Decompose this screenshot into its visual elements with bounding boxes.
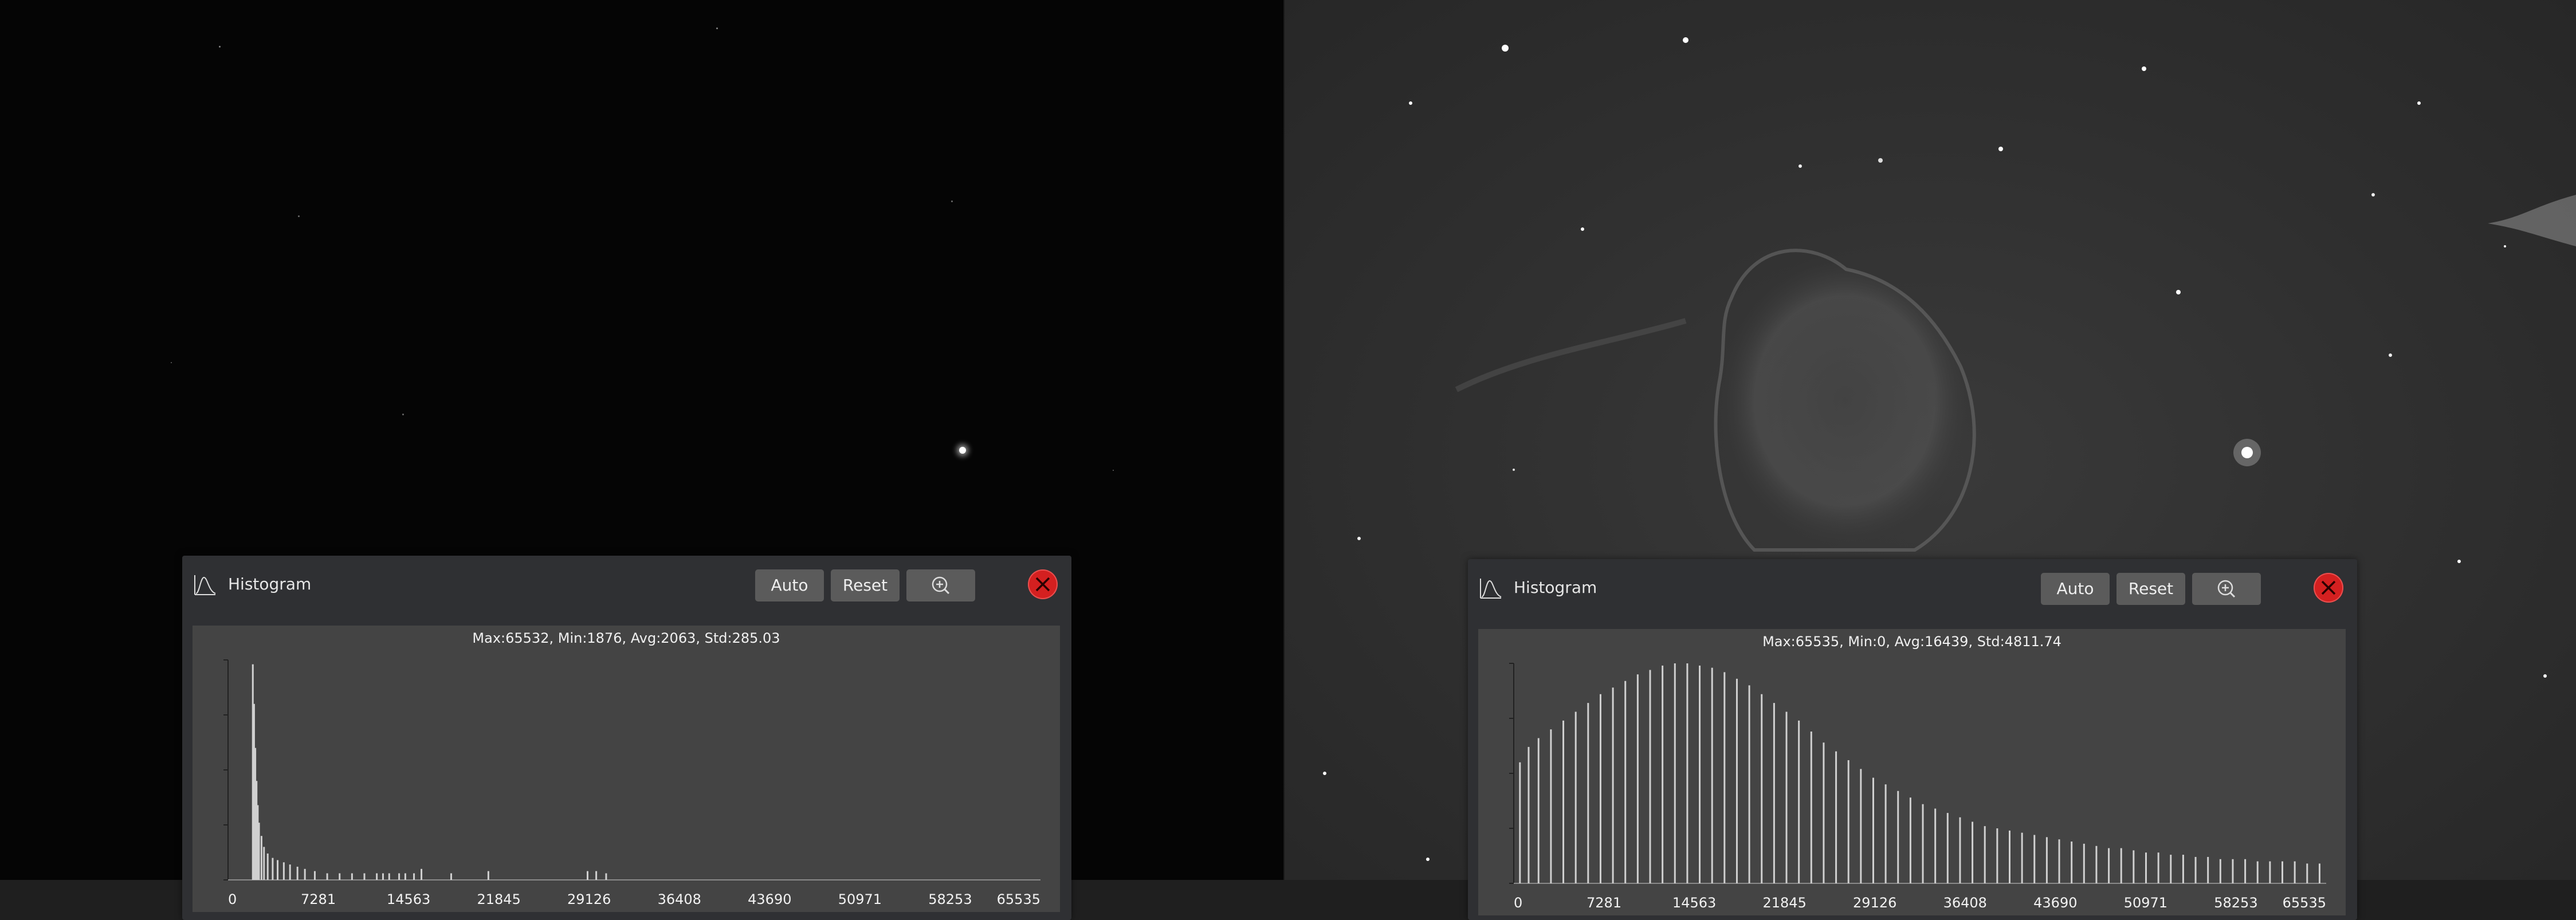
x-tick-label: 50971: [838, 891, 882, 907]
x-tick-label: 0: [228, 891, 237, 907]
histogram-title: Histogram: [1514, 578, 1597, 597]
star: [716, 27, 718, 29]
reset-button[interactable]: Reset: [2116, 573, 2185, 605]
x-tick-label: 29126: [1853, 895, 1896, 911]
x-tick-label: 65535: [997, 891, 1040, 907]
histogram-icon: [1480, 579, 1502, 599]
auto-button[interactable]: Auto: [2041, 573, 2110, 605]
star: [298, 215, 300, 217]
x-tick-label: 43690: [748, 891, 791, 907]
x-tick-label: 65535: [2283, 895, 2326, 911]
x-tick-label: 21845: [477, 891, 520, 907]
close-button[interactable]: [2314, 573, 2343, 603]
x-tick-label: 21845: [1762, 895, 1806, 911]
x-tick-label: 0: [1514, 895, 1522, 911]
histogram-title: Histogram: [228, 575, 312, 593]
histogram-panel-right[interactable]: Histogram Auto Reset Max:65535, Min:0, A…: [1468, 559, 2357, 920]
x-tick-label: 14563: [387, 891, 430, 907]
star: [219, 46, 221, 48]
x-tick-label: 29126: [567, 891, 611, 907]
x-tick-label: 7281: [301, 891, 336, 907]
reset-button[interactable]: Reset: [831, 569, 900, 601]
histogram-icon: [194, 575, 216, 595]
zoom-button[interactable]: [2192, 573, 2261, 605]
close-icon: [1035, 577, 1050, 592]
histogram-chart: 0 7281 14563 21845 29126 36408 43690 50971 58253…: [1509, 663, 2326, 911]
histogram-header[interactable]: Histogram Auto Reset: [1468, 559, 2357, 615]
histogram-plot[interactable]: Max:65535, Min:0, Avg:16439, Std:4811.74…: [1478, 629, 2346, 915]
zoom-icon: [932, 576, 950, 595]
close-button[interactable]: [1028, 569, 1058, 599]
histogram-header[interactable]: Histogram Auto Reset: [182, 556, 1071, 612]
x-tick-label: 36408: [658, 891, 701, 907]
star: [402, 414, 404, 415]
x-tick-label: 58253: [928, 891, 972, 907]
x-tick-label: 7281: [1587, 895, 1621, 911]
x-tick-label: 36408: [1943, 895, 1987, 911]
histogram-plot[interactable]: Max:65532, Min:1876, Avg:2063, Std:285.0…: [193, 626, 1060, 912]
histogram-chart: 0 7281 14563 21845 29126 36408 43690 50971 58253…: [223, 659, 1040, 907]
star: [959, 447, 966, 454]
star: [1113, 470, 1114, 471]
x-tick-label: 58253: [2214, 895, 2257, 911]
x-tick-label: 50971: [2124, 895, 2167, 911]
x-tick-label: 43690: [2033, 895, 2077, 911]
histogram-panel-left[interactable]: Histogram Auto Reset Max:65532, Min:1876…: [182, 556, 1071, 920]
x-tick-label: 14563: [1672, 895, 1716, 911]
close-icon: [2321, 580, 2336, 595]
zoom-icon: [2217, 580, 2236, 598]
star: [951, 200, 953, 202]
auto-button[interactable]: Auto: [755, 569, 824, 601]
zoom-button[interactable]: [906, 569, 975, 601]
star: [171, 362, 172, 363]
